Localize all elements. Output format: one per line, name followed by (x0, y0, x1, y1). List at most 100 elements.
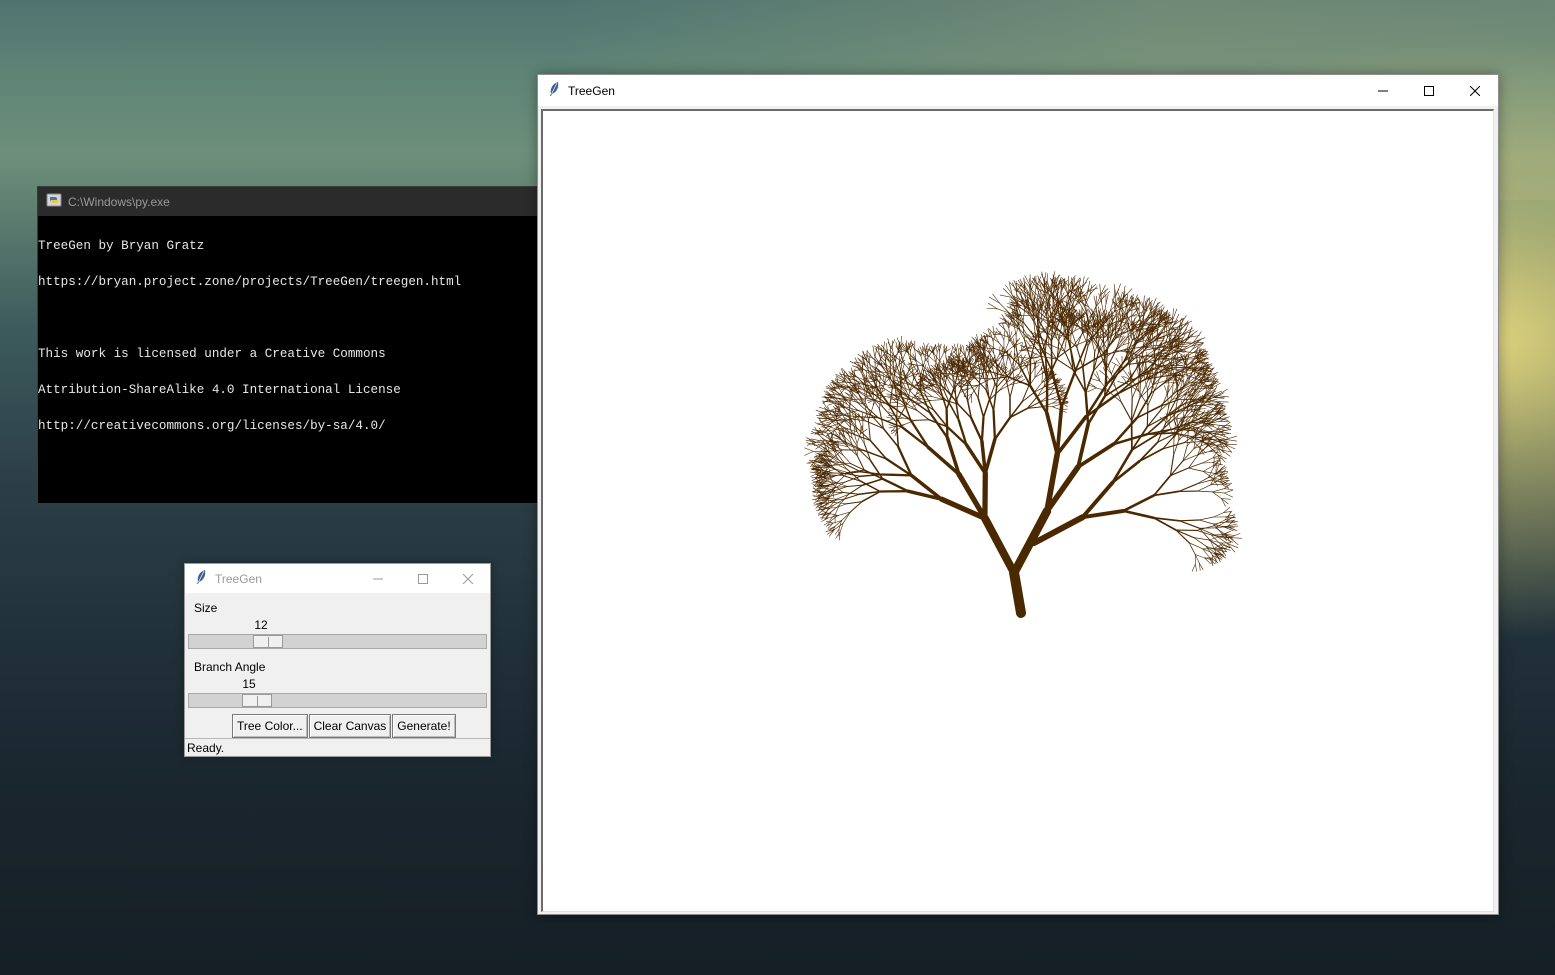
tree-branch (987, 302, 998, 310)
tree-branch (859, 473, 883, 477)
tree-branch (1202, 404, 1216, 410)
console-titlebar[interactable]: C:\Windows\py.exe (38, 187, 556, 216)
main-titlebar[interactable]: TreeGen (538, 75, 1498, 106)
tree-branch (1198, 516, 1214, 521)
tree-branch (1188, 542, 1196, 555)
clear-canvas-button[interactable]: Clear Canvas (308, 714, 392, 738)
tree-branch (986, 342, 996, 349)
size-slider-handle[interactable] (253, 635, 283, 648)
tree-branch (882, 427, 900, 448)
minimize-button[interactable] (355, 564, 400, 593)
feather-icon (195, 569, 207, 588)
tree-branch (1048, 346, 1057, 360)
tree-branch (1019, 356, 1030, 359)
tree-branch (1188, 542, 1204, 550)
main-title: TreeGen (568, 83, 615, 98)
generate-button[interactable]: Generate! (392, 714, 456, 738)
tree-branch (1015, 353, 1017, 362)
tree-branch (1188, 467, 1204, 472)
tree-branch (992, 386, 998, 411)
button-row: Tree Color... Clear Canvas Generate! (232, 714, 456, 738)
tree-branch (1216, 395, 1230, 398)
tree-branch (1102, 331, 1105, 356)
tree-branch (880, 473, 913, 477)
treegen-control-window[interactable]: TreeGen Size 12 Branch Angle 15 Tree Col… (184, 563, 491, 757)
close-button[interactable] (1452, 75, 1498, 106)
tree-branch (1138, 447, 1164, 463)
tree-branch (939, 352, 945, 362)
tree-branch (830, 491, 844, 493)
console-window[interactable]: C:\Windows\py.exe TreeGen by Bryan Gratz… (37, 186, 557, 504)
python-icon (46, 192, 62, 211)
control-titlebar[interactable]: TreeGen (185, 564, 490, 593)
tree-branch (1195, 480, 1211, 485)
tree-branch (1034, 382, 1043, 393)
tree-branch (982, 399, 991, 418)
tree-branch (1214, 396, 1225, 398)
tree-branch (1225, 439, 1237, 442)
tree-branch (901, 426, 930, 449)
tree-branch (890, 397, 898, 403)
minimize-icon (1378, 90, 1388, 91)
tree-branch (1114, 344, 1124, 351)
minimize-button[interactable] (1360, 75, 1406, 106)
maximize-button[interactable] (1406, 75, 1452, 106)
tree-branch (828, 513, 839, 516)
console-title: C:\Windows\py.exe (68, 194, 170, 209)
tree-drawing (804, 271, 1242, 618)
tree-branch (992, 293, 1000, 304)
tree-branch (1058, 391, 1066, 393)
tree-branch (1026, 367, 1030, 377)
size-slider[interactable] (188, 634, 487, 649)
tree-branch (1221, 498, 1226, 507)
tree-branch (930, 399, 944, 401)
tree-branch (1107, 363, 1112, 375)
branch-angle-label: Branch Angle (194, 660, 266, 674)
tree-branch (1084, 369, 1095, 394)
tree-branch (1178, 520, 1200, 529)
tree-branch (920, 398, 932, 401)
tree-color-button[interactable]: Tree Color... (232, 714, 308, 738)
tree-branch (990, 336, 1000, 344)
tree-branch (1219, 434, 1229, 439)
branch-angle-slider[interactable] (188, 693, 487, 708)
tree-branch (896, 404, 907, 423)
control-title: TreeGen (215, 571, 262, 586)
tree-branch (1051, 403, 1062, 408)
tree-branch (1197, 484, 1212, 492)
tree-branch (1111, 459, 1141, 484)
tree-branch (1195, 477, 1209, 485)
tree-branch (817, 487, 827, 490)
maximize-button[interactable] (400, 564, 445, 593)
tree-branch (838, 447, 844, 456)
tree-branch (970, 416, 984, 443)
tree-branch (1198, 519, 1214, 525)
tree-canvas[interactable] (541, 109, 1494, 912)
tree-branch (1026, 395, 1039, 409)
tree-branch (1223, 489, 1233, 494)
tree-branch (955, 343, 959, 352)
tree-branch (886, 418, 895, 422)
maximize-icon (417, 573, 428, 584)
feather-icon (548, 81, 560, 100)
treegen-canvas-window[interactable]: TreeGen (537, 74, 1499, 915)
tree-branch (1111, 448, 1134, 484)
tree-branch (1111, 364, 1116, 375)
close-button[interactable] (445, 564, 490, 593)
branch-angle-slider-handle[interactable] (242, 694, 272, 707)
maximize-icon (1424, 85, 1434, 96)
tree-branch (1045, 411, 1060, 457)
tree-branch (946, 377, 955, 389)
tree-branch (1122, 509, 1156, 520)
minimize-icon (372, 578, 383, 579)
tree-branch (1051, 406, 1061, 411)
close-icon (462, 573, 473, 584)
console-output: TreeGen by Bryan Gratz https://bryan.pro… (38, 216, 556, 456)
tree-branch (1213, 512, 1225, 518)
size-label: Size (194, 601, 218, 615)
tree-branch (1040, 301, 1042, 311)
tree-branch (1105, 360, 1126, 386)
tree-branch (1167, 394, 1169, 408)
tree-branch (869, 353, 871, 364)
